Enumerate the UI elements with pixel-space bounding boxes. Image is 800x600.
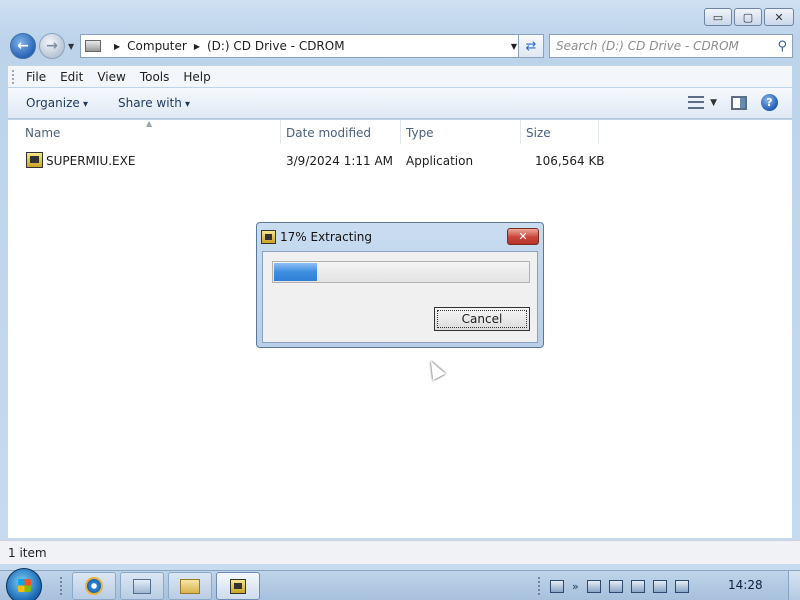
column-name[interactable]: Name	[25, 126, 60, 140]
dialog-titlebar[interactable]: 17% Extracting ✕	[261, 226, 539, 248]
show-hidden-icons-button[interactable]: »	[572, 580, 579, 593]
application-icon	[230, 578, 246, 594]
dialog-close-button[interactable]: ✕	[507, 228, 539, 245]
organize-button[interactable]: Organize	[26, 96, 88, 110]
sort-arrow-icon: ▲	[146, 119, 153, 128]
network-icon[interactable]	[652, 579, 667, 593]
column-size[interactable]: Size	[526, 126, 551, 140]
show-desktop-button[interactable]	[788, 571, 800, 600]
address-row: ← → ▼ ▶ Computer ▶ (D:) CD Drive - CDROM…	[8, 33, 793, 59]
chevron-right-icon[interactable]: ▶	[194, 42, 200, 51]
table-row[interactable]: SUPERMIU.EXE 3/9/2024 1:11 AM Applicatio…	[8, 152, 792, 172]
column-divider[interactable]	[400, 120, 401, 144]
application-icon	[261, 230, 276, 244]
back-button[interactable]: ←	[10, 33, 36, 59]
menu-edit[interactable]: Edit	[60, 70, 83, 84]
search-placeholder: Search (D:) CD Drive - CDROM	[556, 39, 739, 53]
file-size: 106,564 KB	[535, 154, 605, 168]
menu-bar: File Edit View Tools Help	[8, 65, 792, 87]
application-icon	[26, 152, 43, 168]
dialog-body: Cancel	[262, 251, 538, 343]
status-bar: 1 item	[0, 540, 800, 564]
dialog-title: 17% Extracting	[280, 230, 373, 244]
flag-icon[interactable]	[630, 579, 645, 593]
start-button[interactable]	[6, 568, 42, 600]
status-item-count: 1 item	[8, 545, 47, 560]
file-type: Application	[406, 154, 474, 168]
clock[interactable]: 14:28	[728, 578, 763, 592]
search-input[interactable]: Search (D:) CD Drive - CDROM ⚲	[549, 34, 793, 58]
view-options-dropdown[interactable]: ▼	[710, 98, 717, 108]
chevron-right-icon[interactable]: ▶	[114, 42, 120, 51]
refresh-button[interactable]: ⇄	[518, 34, 544, 58]
preview-pane-icon[interactable]	[731, 95, 747, 110]
security-icon[interactable]	[608, 579, 623, 593]
monitor-icon[interactable]	[550, 579, 564, 593]
column-date-modified[interactable]: Date modified	[286, 126, 371, 140]
view-controls: ▼ ?	[688, 94, 778, 111]
folder-icon	[180, 578, 200, 594]
menu-help[interactable]: Help	[183, 70, 210, 84]
address-bar[interactable]: ▶ Computer ▶ (D:) CD Drive - CDROM ▼	[80, 34, 524, 58]
system-tray: »	[550, 571, 689, 600]
menu-file[interactable]: File	[26, 70, 46, 84]
recent-pages-dropdown[interactable]: ▼	[68, 42, 74, 51]
taskbar-ie[interactable]	[72, 572, 116, 600]
column-divider[interactable]	[598, 120, 599, 144]
progress-fill	[274, 263, 317, 281]
taskbar-grip	[538, 577, 541, 595]
taskbar-server-manager[interactable]	[120, 572, 164, 600]
breadcrumb-computer[interactable]: Computer	[127, 39, 187, 53]
file-name: SUPERMIU.EXE	[46, 154, 136, 168]
volume-muted-icon[interactable]	[674, 579, 689, 593]
taskbar: » 14:28	[0, 568, 800, 600]
menu-view[interactable]: View	[97, 70, 125, 84]
taskbar-supermiu[interactable]	[216, 572, 260, 600]
caption-buttons: ▭ ▢ ✕	[704, 8, 794, 26]
change-view-icon[interactable]	[688, 96, 705, 109]
breadcrumb-cd-drive[interactable]: (D:) CD Drive - CDROM	[207, 39, 345, 53]
maximize-button[interactable]: ▢	[734, 8, 762, 26]
taskbar-explorer[interactable]	[168, 572, 212, 600]
computer-icon	[85, 40, 101, 52]
column-headers: ▲ Name Date modified Type Size	[8, 119, 792, 144]
progress-bar	[272, 261, 530, 283]
column-divider[interactable]	[520, 120, 521, 144]
search-icon[interactable]: ⚲	[777, 39, 787, 54]
file-date: 3/9/2024 1:11 AM	[286, 154, 394, 168]
help-icon[interactable]: ?	[761, 94, 778, 111]
close-button[interactable]: ✕	[764, 8, 794, 26]
column-type[interactable]: Type	[406, 126, 434, 140]
cancel-button[interactable]: Cancel	[434, 307, 530, 331]
column-divider[interactable]	[280, 120, 281, 144]
command-bar: Organize Share with ▼ ?	[8, 88, 792, 119]
menu-tools[interactable]: Tools	[140, 70, 170, 84]
internet-explorer-icon	[85, 577, 103, 595]
taskbar-grip	[60, 577, 63, 595]
address-dropdown-icon[interactable]: ▼	[511, 42, 517, 51]
share-with-button[interactable]: Share with	[118, 96, 190, 110]
document-icon[interactable]	[586, 579, 601, 593]
extract-dialog: 17% Extracting ✕ Cancel	[256, 222, 544, 348]
minimize-button[interactable]: ▭	[704, 8, 732, 26]
forward-button[interactable]: →	[39, 33, 65, 59]
server-manager-icon	[133, 578, 151, 594]
menu-grip	[12, 70, 15, 84]
